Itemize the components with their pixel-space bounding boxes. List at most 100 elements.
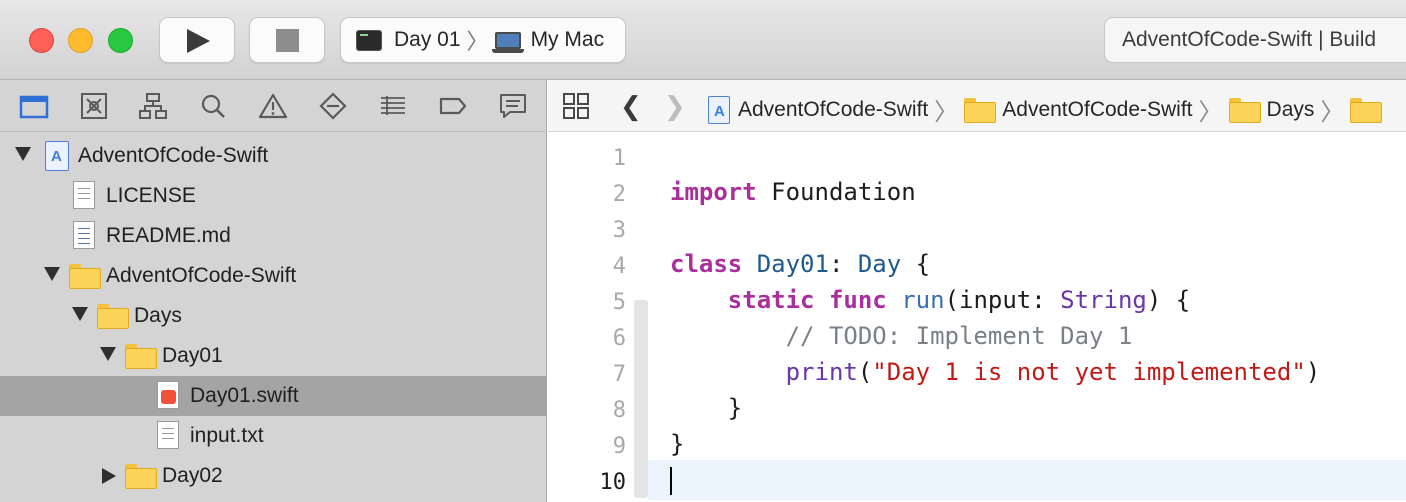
line-number: 5 (612, 290, 626, 315)
chevron-right-icon: 〉 (1198, 99, 1223, 126)
folder-icon[interactable] (19, 92, 49, 120)
scheme-target-label: Day 01 (394, 28, 461, 51)
chevron-right-icon: 〉 (1320, 99, 1345, 126)
run-button[interactable] (159, 17, 235, 63)
breadcrumb: AdventOfCode-Swift 〉 AdventOfCode-Swift … (708, 92, 1388, 127)
scheme-selector[interactable]: Day 01 〉 My Mac (340, 17, 626, 63)
breadcrumb-label: AdventOfCode-Swift (1002, 97, 1193, 121)
jump-bar: ❮ ❯ AdventOfCode-Swift 〉 AdventOfCode-Sw… (548, 80, 1406, 132)
code-line-5: static func run(input: String) { (727, 286, 1191, 314)
tree-item-group-day01[interactable]: Day01 (0, 336, 547, 376)
code-line-7: print("Day 1 is not yet implemented") (785, 358, 1321, 386)
tree-item-project[interactable]: AdventOfCode-Swift (0, 136, 547, 176)
source-editor: ❮ ❯ AdventOfCode-Swift 〉 AdventOfCode-Sw… (548, 80, 1406, 502)
tree-item-label: Days (134, 304, 182, 327)
tree-item-group-adventofcode[interactable]: AdventOfCode-Swift (0, 256, 547, 296)
code-line-9: } (670, 430, 685, 458)
breadcrumb-item-days[interactable]: Days (1228, 97, 1315, 123)
zoom-window-button[interactable] (108, 28, 133, 53)
navigate-back-button[interactable]: ❮ (620, 93, 642, 119)
tree-item-label: README.md (106, 224, 231, 247)
navigate-forward-button[interactable]: ❯ (664, 93, 686, 119)
line-number: 7 (612, 362, 626, 387)
symbol-icon[interactable] (138, 92, 168, 120)
tree-item-label: AdventOfCode-Swift (106, 264, 297, 287)
close-window-button[interactable] (29, 28, 54, 53)
breadcrumb-label: Days (1266, 97, 1315, 121)
test-icon[interactable] (318, 92, 348, 120)
activity-viewer: AdventOfCode-Swift | Build (1104, 17, 1406, 63)
related-items-icon[interactable] (562, 92, 590, 120)
stop-button[interactable] (249, 17, 325, 63)
tree-item-label: AdventOfCode-Swift (78, 144, 269, 167)
line-number: 1 (612, 146, 626, 171)
code-text[interactable]: import Foundation class Day01: Day { sta… (670, 132, 1320, 458)
line-number: 4 (612, 254, 626, 279)
code-folding-ribbon[interactable] (634, 300, 648, 498)
line-number-current: 10 (599, 470, 627, 495)
minimize-window-button[interactable] (68, 28, 93, 53)
line-number: 3 (612, 218, 626, 243)
source-control-icon[interactable] (79, 92, 109, 120)
code-line-8: } (727, 394, 743, 422)
disclosure-open-icon[interactable] (44, 267, 60, 281)
line-number: 9 (612, 434, 626, 459)
chevron-right-icon: 〉 (466, 29, 489, 54)
xcode-project-icon (45, 141, 69, 171)
text-cursor (670, 467, 672, 495)
document-icon (73, 181, 95, 209)
breadcrumb-item-next[interactable] (1350, 98, 1388, 123)
tree-item-label: LICENSE (106, 184, 196, 207)
folder-icon (69, 264, 101, 289)
tree-item-label: input.txt (190, 424, 264, 447)
window-toolbar: Day 01 〉 My Mac AdventOfCode-Swift | Bui… (0, 0, 1406, 80)
project-navigator: AdventOfCode-Swift LICENSE README.md Adv… (0, 80, 547, 502)
stop-icon (276, 29, 299, 52)
markdown-document-icon (73, 221, 95, 249)
disclosure-open-icon[interactable] (15, 147, 31, 161)
tree-item-license[interactable]: LICENSE (0, 176, 547, 216)
play-icon (187, 29, 210, 53)
swift-file-icon (157, 381, 179, 409)
chevron-right-icon: 〉 (934, 99, 959, 126)
tree-item-group-day02[interactable]: Day02 (0, 456, 547, 496)
navigator-tab-bar (0, 80, 547, 132)
breakpoint-icon[interactable] (438, 92, 468, 120)
warning-icon[interactable] (258, 92, 288, 120)
breadcrumb-item-group[interactable]: AdventOfCode-Swift (964, 97, 1193, 123)
debug-icon[interactable] (378, 92, 408, 120)
folder-icon (97, 304, 129, 329)
disclosure-open-icon[interactable] (100, 347, 116, 361)
tree-item-label: Day01 (162, 344, 223, 367)
tree-item-label: Day01.swift (190, 384, 299, 407)
tree-item-input-txt[interactable]: input.txt (0, 416, 547, 456)
xcode-project-icon (708, 95, 730, 124)
code-line-6: // TODO: Implement Day 1 (785, 322, 1133, 350)
code-line-2: import Foundation (670, 178, 916, 206)
tree-item-group-days[interactable]: Days (0, 296, 547, 336)
laptop-icon (491, 31, 524, 53)
breadcrumb-item-project[interactable]: AdventOfCode-Swift (708, 95, 929, 124)
line-number-gutter: 1 2 3 4 5 6 7 8 9 10 (548, 132, 648, 502)
folder-icon (1350, 98, 1383, 123)
line-number: 8 (612, 398, 626, 423)
line-number: 6 (612, 326, 626, 351)
folder-icon (125, 464, 157, 489)
terminal-icon (356, 29, 382, 51)
breadcrumb-label: AdventOfCode-Swift (738, 97, 929, 121)
activity-text: AdventOfCode-Swift | Build (1122, 28, 1377, 51)
report-icon[interactable] (498, 92, 528, 120)
disclosure-open-icon[interactable] (72, 307, 88, 321)
search-icon[interactable] (198, 92, 228, 120)
current-line-highlight (548, 460, 1406, 500)
code-line-4: class Day01: Day { (670, 250, 931, 278)
scheme-destination-label: My Mac (530, 28, 605, 51)
folder-icon (125, 344, 157, 369)
line-number: 2 (612, 182, 626, 207)
document-icon (157, 421, 179, 449)
tree-item-label: Day02 (162, 464, 223, 487)
tree-item-readme[interactable]: README.md (0, 216, 547, 256)
tree-item-day01-swift[interactable]: Day01.swift (0, 376, 547, 416)
folder-icon (964, 98, 997, 123)
disclosure-closed-icon[interactable] (102, 468, 116, 484)
